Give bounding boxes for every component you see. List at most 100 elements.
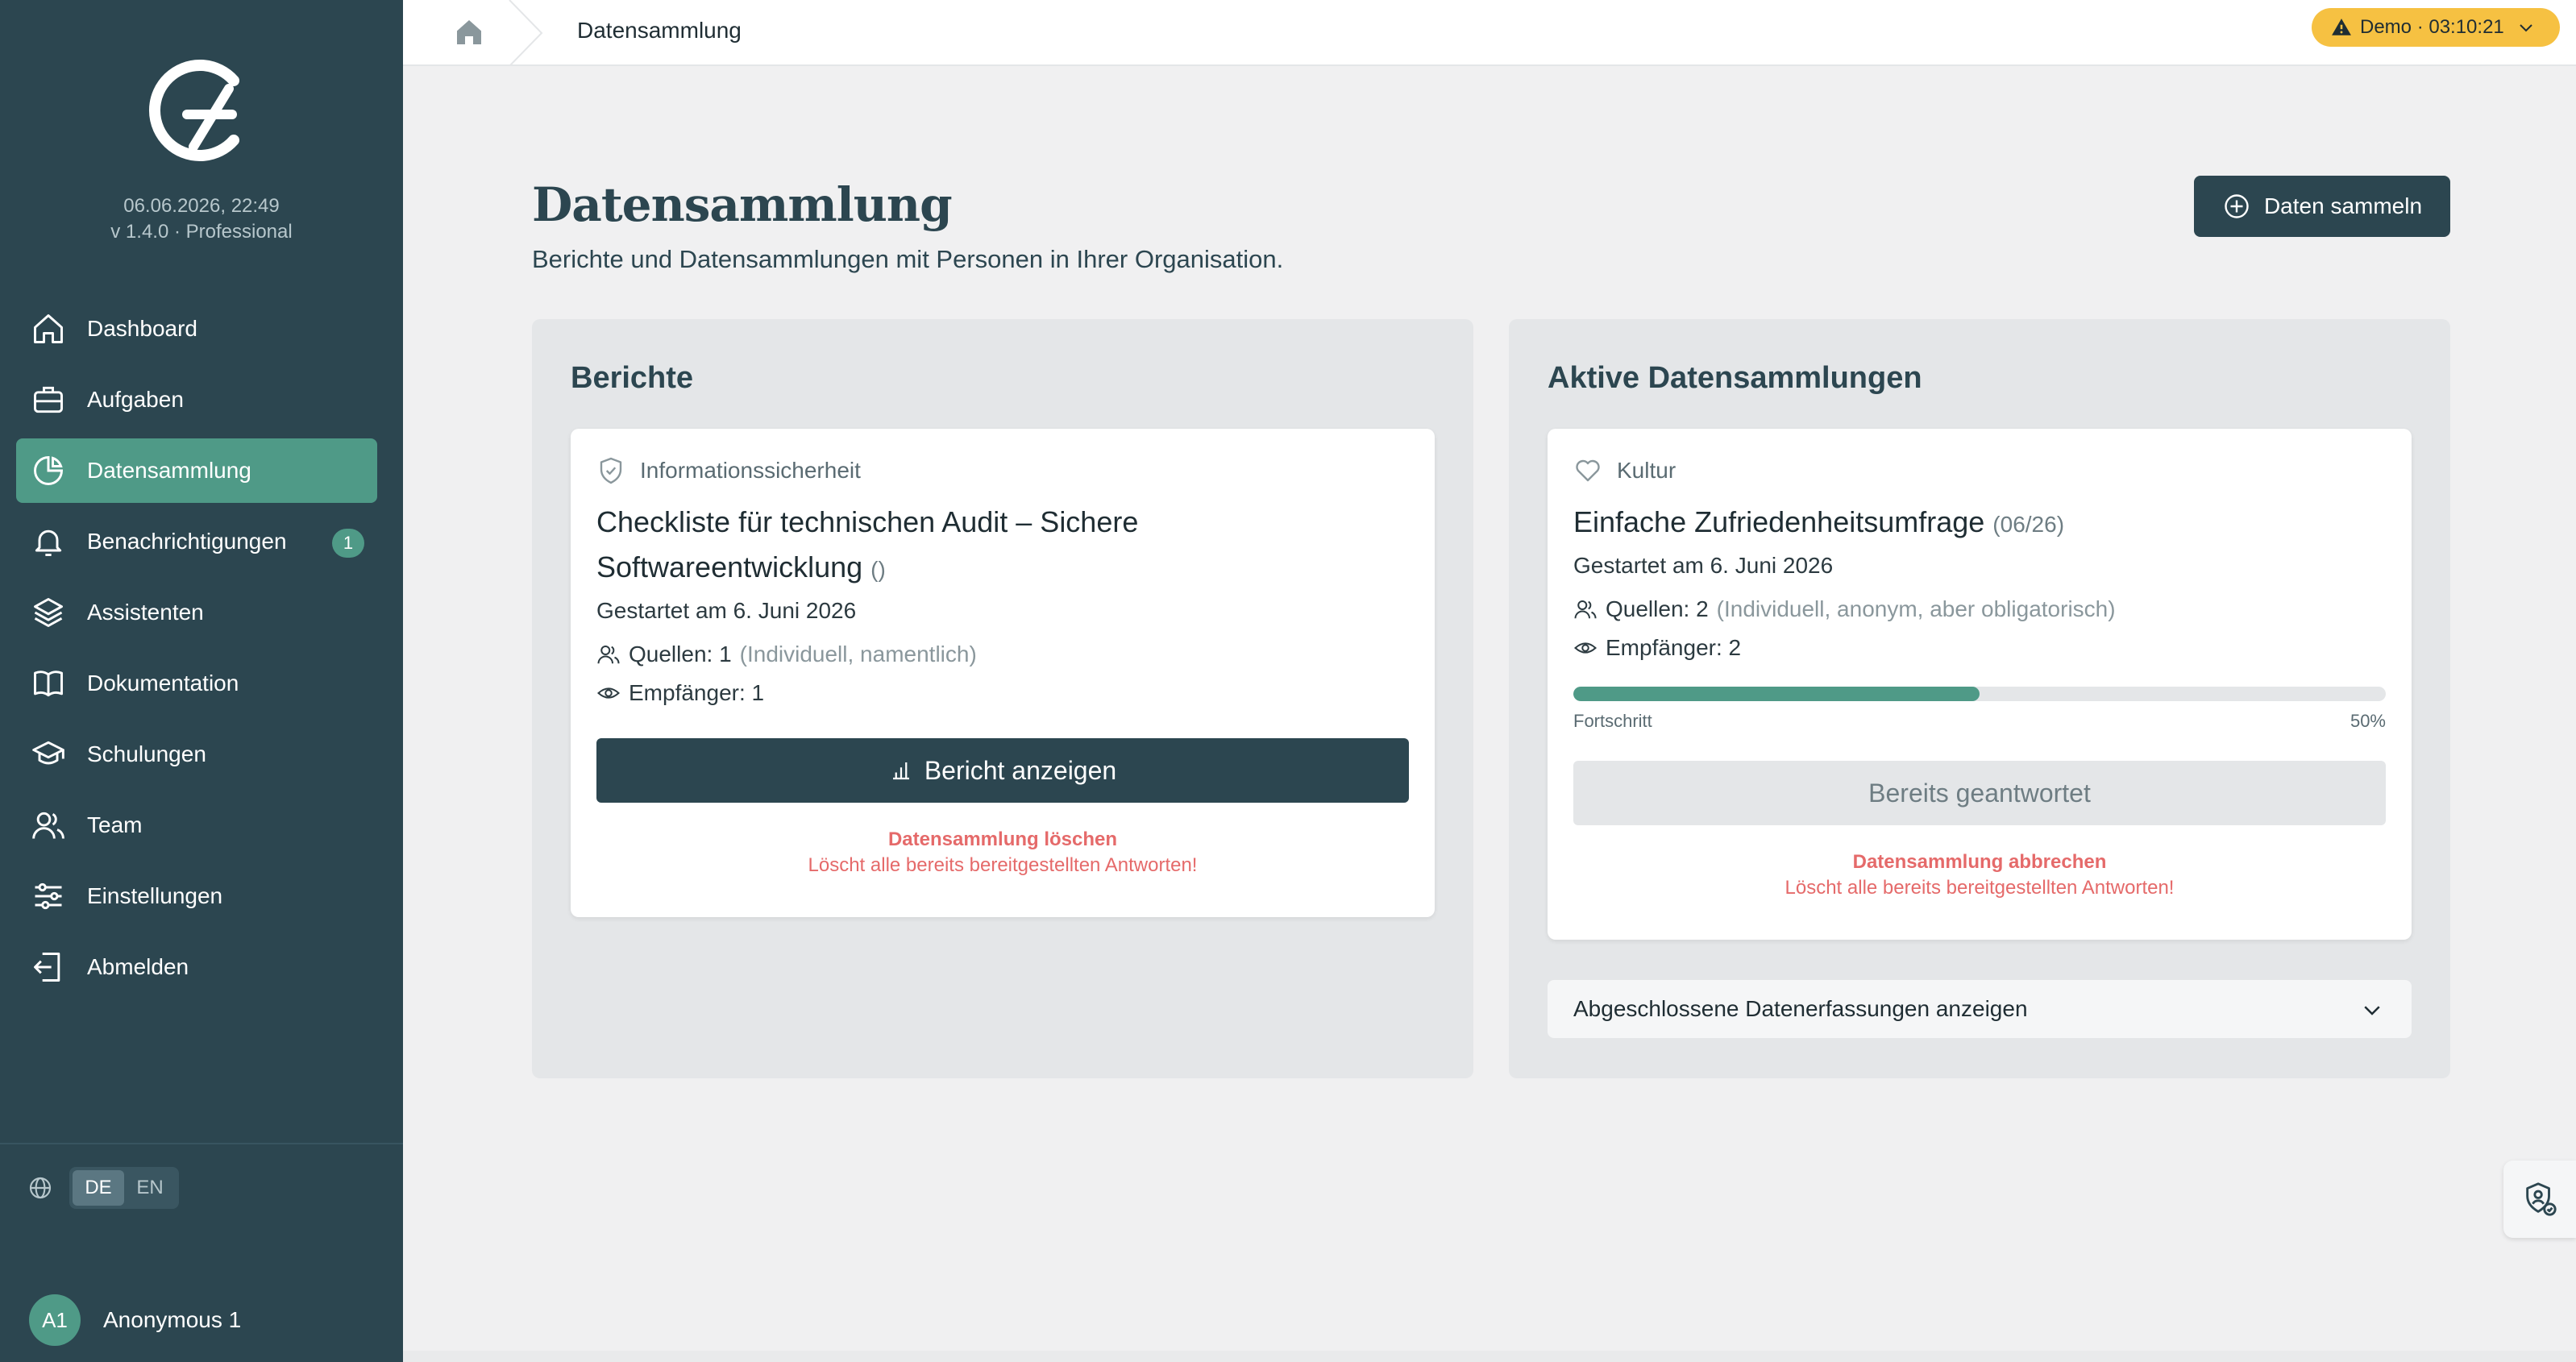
sidebar-item-aufgaben[interactable]: Aufgaben (16, 367, 377, 432)
users-icon (1574, 600, 1597, 619)
reports-panel: Berichte Informationssicherheit Checklis… (532, 319, 1473, 1078)
language-de-button[interactable]: DE (73, 1170, 124, 1206)
sidebar-item-dokumentation[interactable]: Dokumentation (16, 651, 377, 716)
delete-collection-note: Löscht alle bereits bereitgestellten Ant… (808, 854, 1198, 876)
already-answered-button[interactable]: Bereits geantwortet (1573, 761, 2386, 825)
view-report-label: Bericht anzeigen (924, 755, 1117, 785)
delete-collection-label: Datensammlung löschen (887, 828, 1118, 850)
layers-icon (34, 598, 63, 627)
sidebar-item-abmelden[interactable]: Abmelden (16, 935, 377, 999)
home-icon (34, 314, 63, 343)
progress-bar-fill (1573, 687, 1980, 701)
pie-chart-icon (34, 456, 63, 485)
topbar: Datensammlung Demo · 03:10:21 (403, 0, 2576, 66)
cancel-collection-label: Datensammlung abbrechen (1852, 851, 2107, 873)
report-title: Checkliste für technischen Audit – Siche… (596, 500, 1402, 592)
breadcrumb[interactable]: Datensammlung (577, 18, 742, 44)
sidebar: 06.06.2026, 22:49 v 1.4.0 · Professional… (0, 0, 403, 1362)
app-logo-icon[interactable] (145, 56, 250, 164)
report-started: Gestartet am 6. Juni 2026 (596, 598, 857, 623)
report-sources-note: (Individuell, namentlich) (739, 642, 977, 666)
report-sources-count: Quellen: 1 (629, 642, 732, 666)
shield-user-icon (2526, 1182, 2557, 1216)
report-title-line1: Checkliste für technischen Audit – Siche… (596, 505, 1139, 538)
sidebar-item-dashboard[interactable]: Dashboard (16, 297, 377, 361)
sidebar-nav: Dashboard Aufgaben Datensammlung Benachr… (16, 297, 377, 1006)
report-recipients: Empfänger: 1 (596, 680, 764, 706)
sidebar-item-label: Aufgaben (87, 387, 184, 412)
eye-icon (597, 687, 620, 699)
sidebar-item-datensammlung[interactable]: Datensammlung (16, 438, 377, 503)
sidebar-item-einstellungen[interactable]: Einstellungen (16, 864, 377, 928)
cancel-collection[interactable]: Datensammlung abbrechen Löscht alle bere… (1548, 849, 2412, 901)
completed-collections-toggle[interactable]: Abgeschlossene Datenerfassungen anzeigen (1548, 980, 2412, 1038)
book-icon (34, 671, 63, 697)
sidebar-item-benachrichtigungen[interactable]: Benachrichtigungen 1 (16, 509, 377, 574)
active-panel-title: Aktive Datensammlungen (1548, 361, 1922, 395)
breadcrumb-separator-icon (509, 0, 543, 66)
language-switcher: DE EN (27, 1167, 179, 1209)
horizontal-scrollbar[interactable] (403, 1351, 2576, 1362)
page-subtitle: Berichte und Datensammlungen mit Persone… (532, 245, 1284, 273)
sidebar-item-label: Benachrichtigungen (87, 529, 287, 554)
progress-bar (1573, 687, 2386, 701)
collection-title: Einfache Zufriedenheitsumfrage (06/26) (1573, 500, 2379, 547)
home-icon[interactable] (453, 16, 485, 48)
demo-timer-badge[interactable]: Demo · 03:10:21 (2312, 8, 2560, 47)
globe-icon (29, 1177, 52, 1199)
avatar: A1 (29, 1294, 81, 1346)
chevron-down-icon (2520, 24, 2532, 32)
sidebar-item-label: Schulungen (87, 741, 206, 766)
progress-value: 50% (2350, 711, 2386, 731)
report-title-line2: Softwareentwicklung (596, 550, 863, 583)
user-profile[interactable]: A1 Anonymous 1 (29, 1294, 241, 1346)
logout-icon (34, 953, 60, 982)
completed-collections-label: Abgeschlossene Datenerfassungen anzeigen (1573, 996, 2028, 1021)
sidebar-item-label: Einstellungen (87, 883, 223, 908)
language-toggle: DE EN (69, 1167, 179, 1209)
collection-title-text: Einfache Zufriedenheitsumfrage (1573, 505, 1985, 538)
bar-chart-icon (892, 762, 909, 780)
language-en-button[interactable]: EN (124, 1170, 176, 1206)
collection-sources: Quellen: 2 (Individuell, anonym, aber ob… (1573, 596, 2116, 622)
users-icon (32, 812, 64, 839)
heart-icon (1576, 459, 1600, 482)
collection-recipients-count: Empfänger: 2 (1606, 635, 1742, 660)
collection-category: Kultur (1573, 456, 1676, 485)
sidebar-divider (0, 1143, 403, 1144)
report-category: Informationssicherheit (596, 456, 861, 485)
notification-count-badge: 1 (332, 529, 364, 558)
report-card: Informationssicherheit Checkliste für te… (571, 429, 1435, 917)
shield-check-icon (600, 457, 622, 484)
report-recipients-count: Empfänger: 1 (629, 680, 765, 705)
sidebar-item-label: Datensammlung (87, 458, 251, 483)
briefcase-icon (34, 386, 63, 413)
collection-category-label: Kultur (1617, 458, 1676, 483)
collection-started: Gestartet am 6. Juni 2026 (1573, 553, 1834, 578)
view-report-button[interactable]: Bericht anzeigen (596, 738, 1409, 803)
warning-icon (2332, 19, 2351, 35)
sidebar-item-schulungen[interactable]: Schulungen (16, 722, 377, 787)
sidebar-item-label: Dokumentation (87, 671, 239, 696)
eye-icon (1574, 642, 1597, 654)
active-collections-panel: Aktive Datensammlungen Kultur Einfache Z… (1509, 319, 2450, 1078)
privacy-settings-button[interactable] (2503, 1161, 2576, 1238)
sidebar-item-assistenten[interactable]: Assistenten (16, 580, 377, 645)
report-sources: Quellen: 1 (Individuell, namentlich) (596, 642, 977, 667)
sidebar-item-label: Assistenten (87, 600, 204, 625)
delete-collection[interactable]: Datensammlung löschen Löscht alle bereit… (571, 827, 1435, 878)
sidebar-item-label: Dashboard (87, 316, 197, 341)
cancel-collection-note: Löscht alle bereits bereitgestellten Ant… (1785, 877, 2175, 899)
sidebar-version: v 1.4.0 · Professional (110, 221, 293, 243)
graduation-cap-icon (32, 741, 64, 765)
plus-circle-icon (2225, 194, 2249, 218)
demo-timer-label: Demo · 03:10:21 (2360, 16, 2504, 38)
report-category-label: Informationssicherheit (640, 458, 861, 483)
page-title: Datensammlung (532, 177, 953, 232)
report-title-suffix: () (870, 557, 886, 582)
collect-data-button[interactable]: Daten sammeln (2194, 176, 2450, 237)
collect-data-label: Daten sammeln (2263, 193, 2423, 218)
sidebar-item-team[interactable]: Team (16, 793, 377, 857)
sidebar-item-label: Abmelden (87, 954, 189, 979)
collection-sources-note: (Individuell, anonym, aber obligatorisch… (1716, 596, 2116, 621)
